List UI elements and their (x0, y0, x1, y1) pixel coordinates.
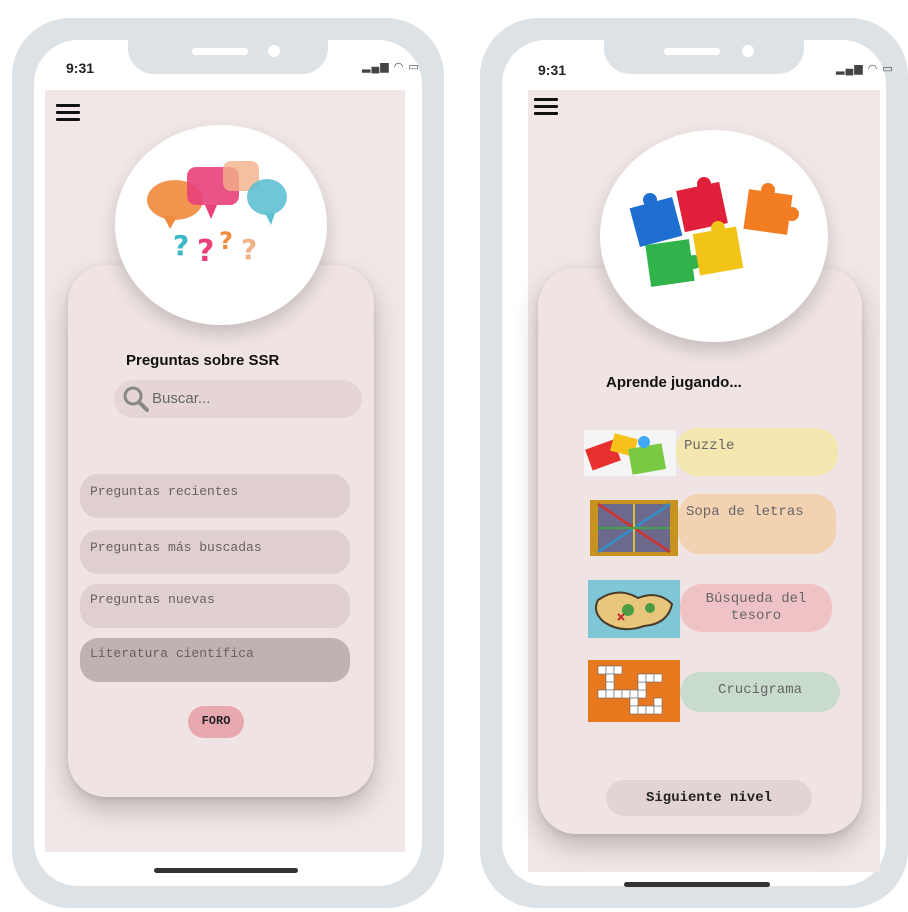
right-hero-circle (600, 130, 828, 342)
svg-text:?: ? (173, 229, 189, 262)
speech-bubbles-question-marks-image: ? ? ? ? (147, 161, 287, 269)
menu-item-scientific-literature[interactable]: Literatura científica (80, 638, 350, 682)
foro-button[interactable]: FORO (188, 706, 244, 738)
crossword-thumb[interactable] (588, 660, 680, 722)
menu-item-recent-questions[interactable]: Preguntas recientes (80, 474, 350, 518)
game-puzzle-button[interactable]: Puzzle (676, 428, 838, 476)
menu-item-new-questions[interactable]: Preguntas nuevas (80, 584, 350, 628)
svg-text:?: ? (219, 227, 233, 255)
treasure-map-thumbnail-image (595, 591, 674, 631)
status-time: 9:31 (538, 62, 567, 78)
menu-item-label: Preguntas más buscadas (90, 540, 262, 555)
next-level-button[interactable]: Siguiente nivel (606, 780, 812, 816)
search-bar[interactable]: Buscar... (114, 380, 362, 418)
menu-item-most-searched[interactable]: Preguntas más buscadas (80, 530, 350, 574)
hamburger-menu-icon[interactable] (534, 98, 558, 116)
crossword-thumbnail-image (597, 665, 663, 715)
left-home-indicator[interactable] (154, 868, 298, 873)
word-search-thumb[interactable] (590, 500, 678, 556)
right-notch (604, 38, 804, 74)
menu-item-label: Preguntas nuevas (90, 592, 215, 607)
left-hero-circle: ? ? ? ? (115, 125, 327, 325)
game-label: Crucigrama (717, 682, 802, 698)
right-camera (742, 45, 754, 57)
status-icons: ▂▄▆ ◠ ▭ (836, 63, 894, 75)
game-label: Sopa de letras (686, 504, 804, 520)
puzzle-thumbnail-image (585, 433, 666, 475)
svg-text:?: ? (197, 234, 214, 269)
hamburger-menu-icon[interactable] (56, 104, 80, 122)
game-word-search-button[interactable]: Sopa de letras (678, 494, 836, 554)
right-speaker (664, 48, 720, 55)
status-icons: ▂▄▆ ◠ ▭ (362, 61, 420, 73)
menu-item-label: Preguntas recientes (90, 484, 239, 499)
left-speaker (192, 48, 248, 55)
puzzle-thumb[interactable] (584, 430, 676, 476)
svg-text:?: ? (241, 233, 257, 266)
game-label: Puzzle (684, 438, 735, 454)
search-input[interactable]: Buscar... (152, 390, 210, 407)
right-home-indicator[interactable] (624, 882, 770, 887)
page-title: Aprende jugando... (606, 374, 742, 391)
game-crossword-button[interactable]: Crucigrama (680, 672, 840, 712)
game-label: Búsqueda del tesoro (705, 591, 807, 624)
word-search-thumbnail-image (597, 502, 671, 554)
page-title: Preguntas sobre SSR (126, 352, 280, 369)
menu-item-label: Literatura científica (90, 646, 254, 661)
game-treasure-hunt-button[interactable]: Búsqueda del tesoro (680, 584, 832, 632)
colorful-puzzle-pieces-image (629, 177, 799, 287)
status-time: 9:31 (66, 60, 95, 76)
left-notch (128, 38, 328, 74)
left-camera (268, 45, 280, 57)
search-icon (123, 386, 149, 412)
treasure-map-thumb[interactable] (588, 580, 680, 638)
